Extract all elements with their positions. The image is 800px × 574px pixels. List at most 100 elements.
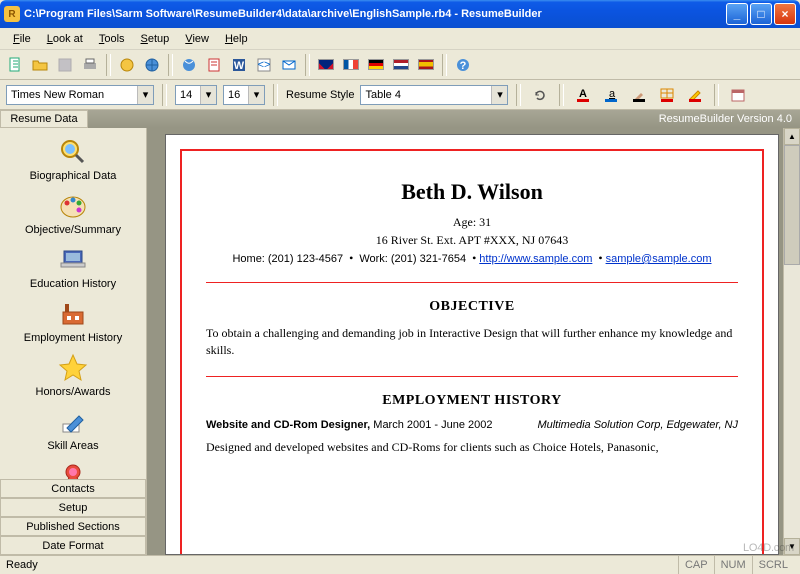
font-name-combo[interactable]: ▾ [6,85,154,105]
new-doc-icon[interactable] [4,54,26,76]
menu-look-at[interactable]: Look at [40,31,90,47]
chevron-down-icon[interactable]: ▾ [248,86,264,104]
chevron-down-icon[interactable]: ▾ [491,86,507,104]
job-entry: Website and CD-Rom Designer, March 2001 … [206,419,738,431]
sidebar-btn-published[interactable]: Published Sections [0,517,146,536]
browser-icon[interactable] [178,54,200,76]
status-cap: CAP [678,556,714,574]
scroll-up-icon[interactable]: ▲ [784,128,800,145]
border-icon[interactable] [656,84,678,106]
menu-tools[interactable]: Tools [92,31,132,47]
section-objective-title: OBJECTIVE [206,299,738,315]
html-icon[interactable]: <> [253,54,275,76]
sidebar-item-skills[interactable]: Skill Areas [13,404,133,454]
toolbar-main: W <> ? [0,50,800,80]
calendar-icon[interactable] [727,84,749,106]
work-area: Biographical Data Objective/Summary Educ… [0,128,800,555]
chevron-down-icon[interactable]: ▾ [137,86,153,104]
separator [442,54,447,76]
menubar: File Look at Tools Setup View Help [0,28,800,50]
sidebar-btn-setup[interactable]: Setup [0,498,146,517]
flag-nl-icon[interactable] [390,54,412,76]
ruler-strip: Resume Data ResumeBuilder Version 4.0 [0,110,800,128]
flag-uk-icon[interactable] [315,54,337,76]
scroll-thumb[interactable] [784,145,800,265]
work-phone: (201) 321-7654 [391,253,466,265]
resume-data-tab[interactable]: Resume Data [0,110,88,128]
svg-text:a: a [609,88,616,100]
refresh-icon[interactable] [529,84,551,106]
home-label: Home: [232,253,264,265]
separator [168,54,173,76]
page: Beth D. Wilson Age: 31 16 River St. Ext.… [165,134,779,555]
website-link[interactable]: http://www.sample.com [479,253,592,265]
menu-setup[interactable]: Setup [134,31,177,47]
open-icon[interactable] [29,54,51,76]
word-icon[interactable]: W [228,54,250,76]
sidebar-btn-contacts[interactable]: Contacts [0,479,146,498]
pencil-icon[interactable] [684,84,706,106]
flag-de-icon[interactable] [365,54,387,76]
flag-es-icon[interactable] [415,54,437,76]
sidebar-item-education[interactable]: Education History [13,242,133,292]
version-label: ResumeBuilder Version 4.0 [88,113,800,125]
font-size1-input[interactable] [176,89,200,101]
close-button[interactable]: × [774,3,796,25]
maximize-button[interactable]: □ [750,3,772,25]
statusbar: Ready CAP NUM SCRL [0,555,800,574]
separator [273,84,278,106]
separator [305,54,310,76]
menu-file[interactable]: File [6,31,38,47]
scrollbar-vertical[interactable]: ▲ ▼ [783,128,800,555]
watermark: LO4D.com [743,542,794,554]
job-left: Website and CD-Rom Designer, March 2001 … [206,419,493,431]
brush-icon[interactable] [628,84,650,106]
mail-icon[interactable] [278,54,300,76]
resume-style-combo[interactable]: ▾ [360,85,508,105]
svg-text:W: W [234,60,245,72]
sidebar-item-employment[interactable]: Employment History [13,296,133,346]
sidebar-btn-dateformat[interactable]: Date Format [0,536,146,555]
resume-style-input[interactable] [361,89,491,101]
sidebar: Biographical Data Objective/Summary Educ… [0,128,147,555]
sidebar-item-contacts[interactable] [13,458,133,479]
underline-color-icon[interactable]: a [600,84,622,106]
titlebar: R C:\Program Files\Sarm Software\ResumeB… [0,0,800,28]
globe-icon[interactable] [116,54,138,76]
web-icon[interactable] [141,54,163,76]
sidebar-item-honors[interactable]: Honors/Awards [13,350,133,400]
font-size2-input[interactable] [224,89,248,101]
separator [559,84,564,106]
minimize-button[interactable]: _ [726,3,748,25]
menu-help[interactable]: Help [218,31,255,47]
scroll-track[interactable] [784,145,800,538]
separator [516,84,521,106]
resume-contacts: Home: (201) 123-4567 • Work: (201) 321-7… [206,251,738,266]
sidebar-item-biographical[interactable]: Biographical Data [13,134,133,184]
sidebar-item-objective[interactable]: Objective/Summary [13,188,133,238]
chevron-down-icon[interactable]: ▾ [200,86,216,104]
font-color-icon[interactable]: A [572,84,594,106]
help-icon[interactable]: ? [452,54,474,76]
magnifier-icon [57,136,89,168]
flag-fr-icon[interactable] [340,54,362,76]
export-icon[interactable] [203,54,225,76]
svg-text:<>: <> [258,59,271,71]
save-icon[interactable] [54,54,76,76]
sidebar-item-label: Employment History [24,332,122,344]
font-size1-combo[interactable]: ▾ [175,85,217,105]
window-controls: _ □ × [726,3,796,25]
print-icon[interactable] [79,54,101,76]
job-company: Multimedia Solution Corp, Edgewater, NJ [537,419,738,431]
email-link[interactable]: sample@sample.com [606,253,712,265]
font-name-input[interactable] [7,89,137,101]
svg-text:?: ? [460,60,467,72]
sidebar-items: Biographical Data Objective/Summary Educ… [0,128,146,479]
objective-text: To obtain a challenging and demanding jo… [206,325,738,360]
separator [106,54,111,76]
resume-name: Beth D. Wilson [206,179,738,205]
font-size2-combo[interactable]: ▾ [223,85,265,105]
vertical-ruler [147,128,165,555]
menu-view[interactable]: View [178,31,216,47]
status-ready: Ready [6,559,38,571]
